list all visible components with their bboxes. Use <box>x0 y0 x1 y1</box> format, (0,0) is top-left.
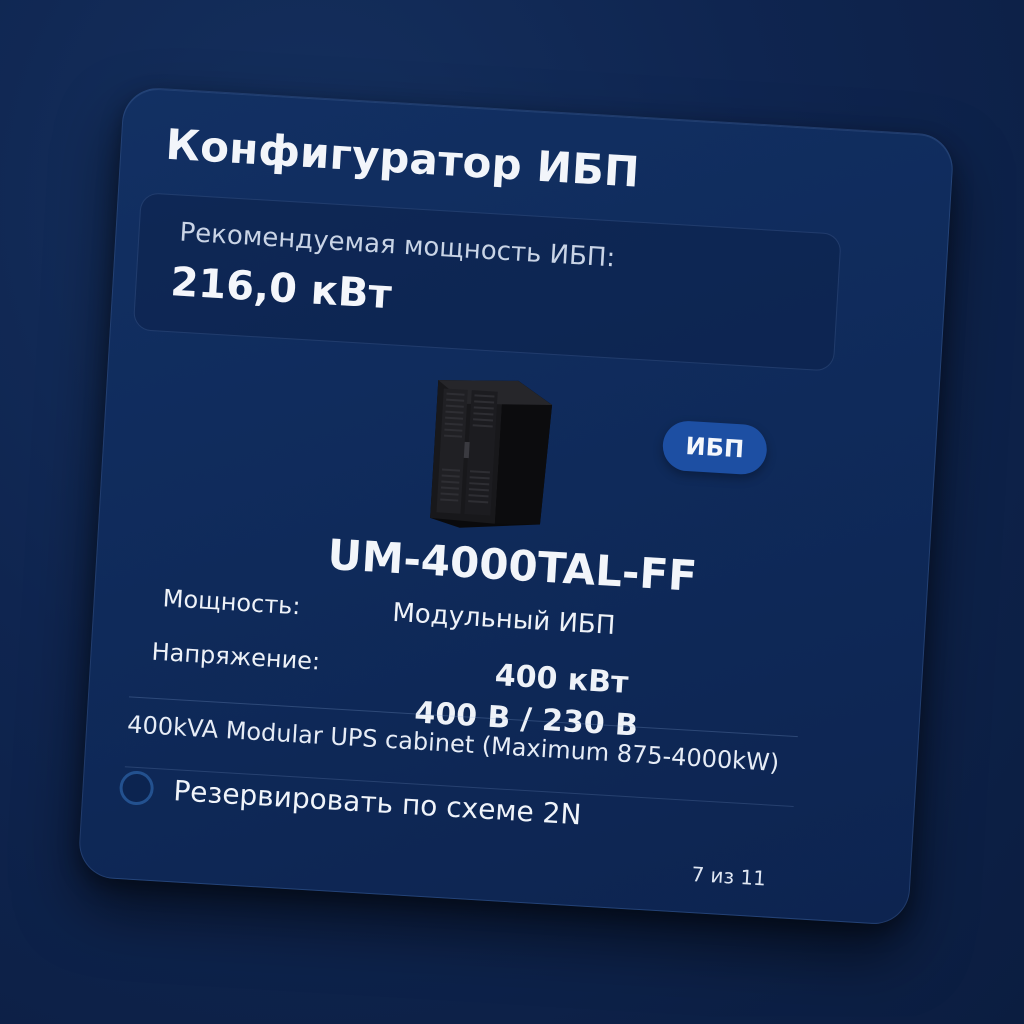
voltage-label: Напряжение: <box>150 637 321 676</box>
redundancy-2n-radio[interactable] <box>118 770 155 806</box>
ups-category-badge: ИБП <box>661 419 769 476</box>
power-value: 400 кВт <box>493 658 630 701</box>
ups-type-value: Модульный ИБП <box>391 597 617 642</box>
pagination-counter: 7 из 11 <box>690 862 767 891</box>
ups-cabinet-icon <box>430 380 553 528</box>
recommended-power-value: 216,0 кВт <box>169 259 393 319</box>
product-model-name: UM-4000TAL-FF <box>326 529 699 601</box>
recommended-power-panel: Рекомендуемая мощность ИБП: 216,0 кВт <box>132 192 842 372</box>
page-title: Конфигуратор ИБП <box>164 119 641 197</box>
power-label: Мощность: <box>162 584 302 621</box>
ups-configurator-card: Конфигуратор ИБП Рекомендуемая мощность … <box>77 86 955 926</box>
